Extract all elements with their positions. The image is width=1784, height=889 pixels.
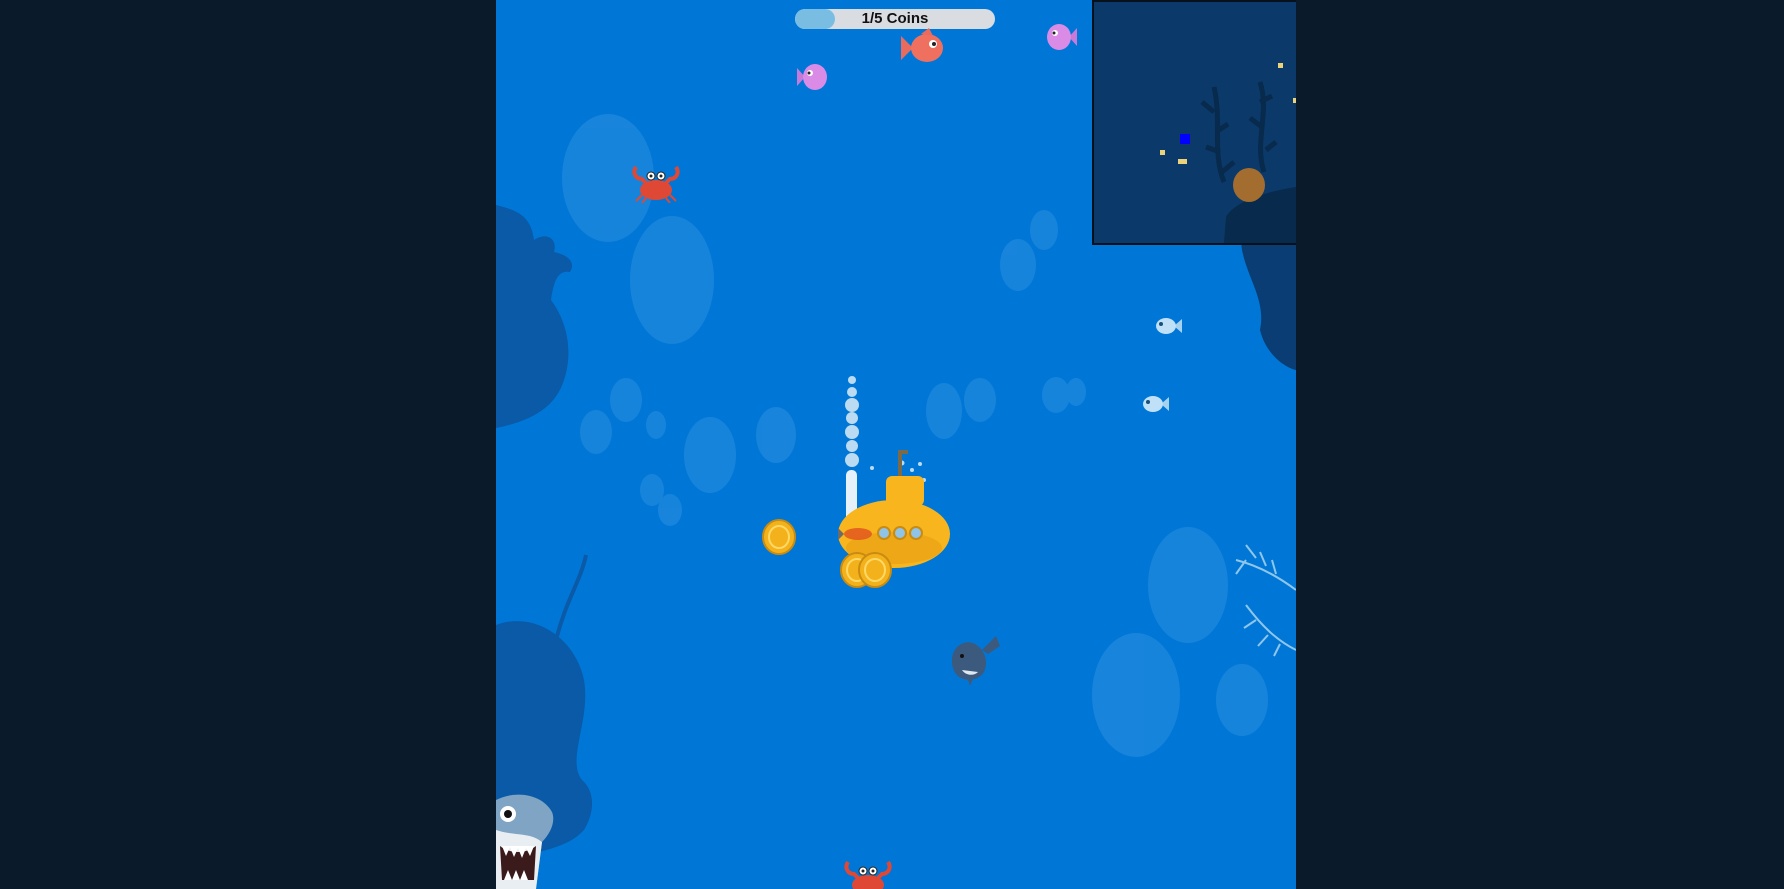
coin-progress-bar: 1/5 Coins (795, 9, 995, 29)
minimap-coin-marker (1160, 150, 1165, 155)
pink-fish-icon (797, 64, 827, 90)
coin-icon[interactable] (762, 519, 796, 555)
crab-icon (844, 860, 892, 889)
small-blue-fish-icon (1143, 396, 1169, 412)
minimap (1092, 0, 1296, 245)
coral-icon (496, 205, 573, 428)
red-fish-icon (901, 28, 943, 62)
submarine-icon (838, 376, 950, 568)
coin-icon[interactable] (858, 552, 892, 588)
coin-progress-label: 1/5 Coins (861, 10, 929, 27)
minimap-coin-marker (1178, 159, 1187, 164)
game-canvas[interactable]: 1/5 Coins (496, 0, 1296, 889)
small-blue-fish-icon (1156, 318, 1182, 334)
whale-icon (952, 636, 1000, 686)
shark-icon (496, 794, 554, 889)
minimap-coin-marker (1278, 63, 1283, 68)
minimap-player-marker (1180, 134, 1190, 144)
minimap-coin-marker (1293, 98, 1296, 103)
seaweed-icon (1235, 544, 1296, 657)
seaweed-icon (1200, 81, 1278, 183)
seaweed-icon (554, 554, 588, 641)
pink-fish-icon (1047, 24, 1077, 50)
crab-icon (632, 165, 680, 203)
minimap-rock (1233, 168, 1265, 202)
